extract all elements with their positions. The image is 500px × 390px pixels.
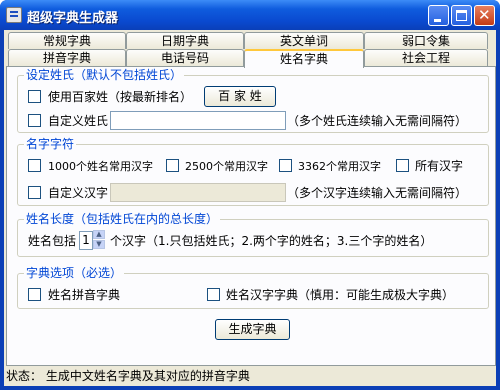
close-button[interactable]: ✕: [474, 5, 495, 26]
custom-chars-input[interactable]: [110, 183, 286, 202]
name-length-suffix: 个汉字（1.只包括姓氏；2.两个字的姓名；3.三个字的姓名）: [110, 234, 433, 248]
chars-1000-label: 1000个姓名常用汉字: [48, 160, 153, 173]
custom-surname-checkbox[interactable]: [28, 114, 41, 127]
generate-dict-button[interactable]: 生成字典: [215, 319, 290, 340]
window-title: 超级字典生成器: [27, 11, 119, 26]
maximize-icon: [456, 10, 467, 21]
name-length-group: 姓名长度（包括姓氏在内的总长度） 姓名包括 1 ▲ ▼ 个汉字（1.只包括姓氏；…: [17, 212, 489, 257]
pinyin-dict-label: 姓名拼音字典: [48, 288, 121, 302]
custom-surname-input[interactable]: [110, 111, 286, 130]
name-length-prefix: 姓名包括: [28, 234, 77, 248]
use-baijia-checkbox[interactable]: [28, 90, 41, 103]
dict-options-group-title: 字典选项（必选）: [24, 266, 125, 280]
tab-phone-numbers[interactable]: 电话号码: [126, 49, 244, 66]
name-chars-group: 名字字符 1000个姓名常用汉字 2500个常用汉字 3362个常用汉字 所有汉…: [17, 137, 489, 206]
tab-name-dict[interactable]: 姓名字典: [244, 49, 364, 68]
chars-3362-label: 3362个常用汉字: [298, 160, 381, 173]
hanzi-dict-label: 姓名汉字字典（慎用：可能生成极大字典）: [226, 288, 455, 302]
chars-2500-checkbox[interactable]: [166, 159, 179, 172]
pinyin-dict-checkbox[interactable]: [28, 288, 41, 301]
tab-date-dict[interactable]: 日期字典: [126, 32, 244, 49]
dict-options-group: 字典选项（必选） 姓名拼音字典 姓名汉字字典（慎用：可能生成极大字典）: [17, 266, 489, 309]
minimize-icon: [434, 19, 441, 22]
surname-group-title: 设定姓氏（默认不包括姓氏）: [24, 68, 185, 82]
status-bar: 状态： 生成中文姓名字典及其对应的拼音字典: [4, 366, 496, 386]
use-baijia-label: 使用百家姓（按最新排名）: [48, 90, 193, 104]
custom-surname-hint: （多个姓氏连续输入无需间隔符）: [287, 114, 468, 128]
maximize-button[interactable]: [451, 5, 472, 26]
chars-all-label: 所有汉字: [415, 159, 464, 173]
tab-english-words[interactable]: 英文单词: [244, 32, 364, 49]
surname-group: 设定姓氏（默认不包括姓氏） 使用百家姓（按最新排名） 百 家 姓 自定义姓氏 （…: [17, 68, 489, 133]
tab-social-engineering[interactable]: 社会工程: [364, 49, 488, 66]
client-area: 常规字典 日期字典 英文单词 弱口令集 拼音字典 电话号码 姓名字典 社会工程 …: [4, 30, 496, 386]
hanzi-dict-checkbox[interactable]: [207, 288, 220, 301]
chars-2500-label: 2500个常用汉字: [185, 160, 268, 173]
chars-1000-checkbox[interactable]: [28, 159, 41, 172]
title-bar[interactable]: 超级字典生成器 ✕: [0, 0, 500, 30]
baijia-button[interactable]: 百 家 姓: [204, 86, 276, 107]
name-length-value[interactable]: 1: [79, 231, 93, 250]
custom-chars-label: 自定义汉字: [48, 186, 109, 200]
custom-chars-hint: （多个汉字连续输入无需间隔符）: [287, 186, 468, 200]
spin-up-button[interactable]: ▲: [93, 230, 105, 239]
spin-down-button[interactable]: ▼: [93, 240, 105, 249]
name-chars-group-title: 名字字符: [24, 137, 77, 151]
chars-3362-checkbox[interactable]: [279, 159, 292, 172]
custom-chars-checkbox[interactable]: [28, 186, 41, 199]
app-window: 超级字典生成器 ✕ 常规字典 日期字典 英文单词 弱口令集 拼音字典 电话号码 …: [0, 0, 500, 390]
tab-panel: 设定姓氏（默认不包括姓氏） 使用百家姓（按最新排名） 百 家 姓 自定义姓氏 （…: [6, 66, 496, 366]
name-length-group-title: 姓名长度（包括姓氏在内的总长度）: [24, 212, 221, 226]
tab-pinyin-dict[interactable]: 拼音字典: [8, 49, 126, 66]
close-icon: ✕: [478, 6, 491, 24]
tab-weak-passwords[interactable]: 弱口令集: [364, 32, 488, 49]
tab-regular-dict[interactable]: 常规字典: [8, 32, 126, 49]
minimize-button[interactable]: [428, 5, 449, 26]
app-icon: [6, 7, 22, 23]
chars-all-checkbox[interactable]: [396, 159, 409, 172]
custom-surname-label: 自定义姓氏: [48, 114, 109, 128]
status-text: 状态： 生成中文姓名字典及其对应的拼音字典: [6, 369, 250, 383]
